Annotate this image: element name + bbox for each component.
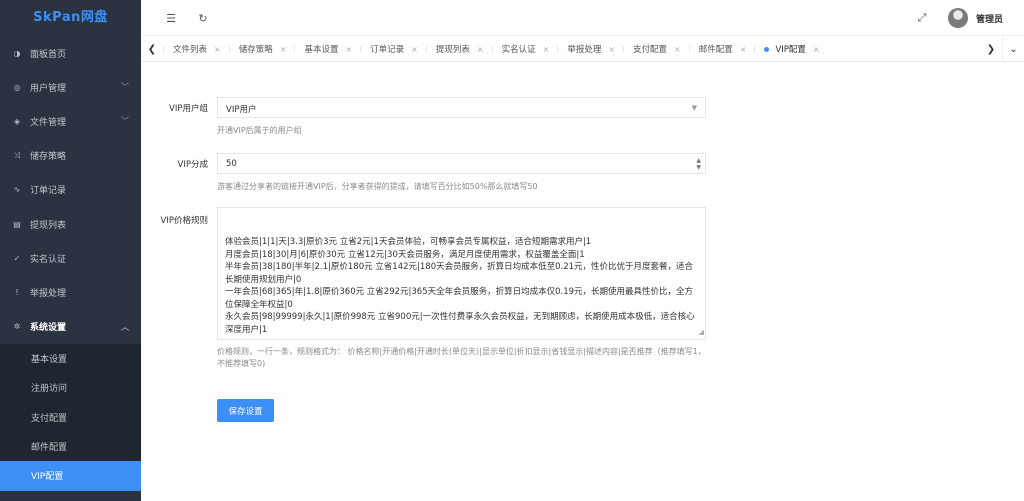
sidebar-item-label: 实名认证: [30, 254, 67, 265]
sidebar-item[interactable]: ▤ 提现列表: [0, 207, 141, 241]
tabs-scroll-left-icon[interactable]: ❮: [141, 36, 163, 62]
close-icon[interactable]: ×: [740, 45, 747, 54]
chevron-down-icon: ▼: [691, 104, 697, 112]
user-icon: ◎: [13, 82, 21, 92]
sidebar-item[interactable]: ◎ 用户管理 ﹀: [0, 70, 141, 104]
menu-toggle-icon[interactable]: ☰: [163, 10, 179, 26]
avatar[interactable]: [948, 8, 968, 28]
sidebar-item-label: 储存策略: [30, 152, 67, 163]
vip-share-value: 50: [226, 159, 237, 169]
tab[interactable]: 储存策略 ×: [228, 36, 295, 62]
sidebar: SkPan网盘 ◑ 面板首页 ◎ 用户管理 ﹀ ◈ 文件管理 ﹀ ⤨ 储存策略 ∿ 订单记录 ▤ 提现列表…: [0, 0, 141, 501]
vip-group-select[interactable]: VIP用户 ▼: [217, 97, 706, 118]
tab-label: 举报处理: [567, 45, 602, 55]
activity-icon: ∿: [13, 185, 21, 195]
tab-label: 储存策略: [238, 45, 273, 55]
sidebar-item-label: 面板首页: [30, 49, 67, 60]
tab-label: 基本设置: [304, 45, 339, 55]
close-icon[interactable]: ×: [477, 45, 484, 54]
tab[interactable]: 提现列表 ×: [425, 36, 492, 62]
tabs-more-icon[interactable]: ⌄: [1002, 36, 1024, 62]
tab[interactable]: 支付配置 ×: [623, 36, 689, 62]
sidebar-item-label: 举报处理: [30, 288, 67, 299]
vip-price-rules-value: 体验会员|1|1|天|3.3|原价3元 立省2元|1天会员体验，可畅享会员专属权…: [225, 237, 695, 335]
document-icon: ▤: [13, 219, 21, 229]
tab[interactable]: 基本设置 ×: [294, 36, 360, 62]
vip-price-rules-label: VIP价格规则: [160, 216, 208, 226]
sidebar-subitem[interactable]: 邮件配置: [0, 432, 141, 461]
fullscreen-icon[interactable]: ⤢: [914, 10, 930, 26]
tabs-scroll-right-icon[interactable]: ❯: [980, 36, 1002, 62]
sidebar-subitem[interactable]: 基本设置: [0, 344, 141, 373]
close-icon[interactable]: ×: [813, 45, 820, 54]
tab-list: 文件列表 × 储存策略 × 基本设置 × 订单记录 × 提现列表 × 实名认证 × 举报处理 × 支付配置 ×…: [163, 36, 980, 62]
chevron-up-icon: ︿: [121, 322, 129, 332]
chevron-down-icon: ﹀: [121, 82, 129, 92]
sidebar-menu: ◑ 面板首页 ◎ 用户管理 ﹀ ◈ 文件管理 ﹀ ⤨ 储存策略 ∿ 订单记录 ▤ 提现列表 ✓ 实名认证! 举报…: [0, 36, 141, 491]
tab[interactable]: 订单记录 ×: [360, 36, 426, 62]
chevron-down-icon: ﹀: [121, 116, 129, 126]
sidebar-item[interactable]: ∿ 订单记录: [0, 173, 141, 207]
sidebar-item[interactable]: ◑ 面板首页: [0, 36, 141, 70]
sidebar-item-label: 用户管理: [30, 83, 67, 94]
close-icon[interactable]: ×: [411, 45, 418, 54]
vip-share-label: VIP分成: [177, 160, 208, 170]
tabs-bar: ❮ 文件列表 × 储存策略 × 基本设置 × 订单记录 × 提现列表 × 实名认证 × 举报处理 × 支付配…: [141, 36, 1024, 62]
vip-share-help: 游客通过分享者的链接开通VIP后，分享者获得的提成，请填写百分比如50%那么就填…: [217, 182, 538, 191]
vip-group-label: VIP用户组: [169, 104, 208, 114]
tab-label: 邮件配置: [698, 45, 733, 55]
tab[interactable]: 文件列表 ×: [163, 36, 229, 62]
tab-label: 支付配置: [633, 45, 668, 55]
sidebar-subitem[interactable]: 支付配置: [0, 402, 141, 431]
tab-label: 订单记录: [370, 45, 405, 55]
vip-config-form: VIP用户组 VIP用户 ▼ 开通VIP后属于的用户组 VIP分成 50 ▲ ▼ …: [141, 62, 1024, 501]
tab-label: 实名认证: [501, 45, 536, 55]
username[interactable]: 管理员: [976, 12, 1003, 25]
close-icon[interactable]: ×: [214, 45, 221, 54]
close-icon[interactable]: ×: [280, 45, 287, 54]
save-settings-button[interactable]: 保存设置: [217, 399, 274, 422]
tab[interactable]: 举报处理 ×: [557, 36, 623, 62]
sidebar-item[interactable]: ✲ 系统设置 ︿: [0, 310, 141, 344]
dashboard-icon: ◑: [13, 48, 21, 58]
sidebar-item-label: 系统设置: [30, 323, 67, 334]
active-dot-icon: [764, 46, 770, 52]
verified-icon: ✓: [13, 253, 21, 263]
sidebar-item-label: 提现列表: [30, 220, 67, 231]
brand-logo: SkPan网盘: [33, 10, 108, 25]
resize-grip-icon[interactable]: ◢: [699, 326, 704, 339]
sidebar-subitem[interactable]: VIP配置: [0, 461, 141, 491]
close-icon[interactable]: ×: [674, 45, 681, 54]
sidebar-item-label: 订单记录: [30, 186, 67, 197]
sidebar-item[interactable]: ✓ 实名认证: [0, 241, 141, 275]
system-settings-submenu: 基本设置 注册访问 支付配置 邮件配置 VIP配置: [0, 343, 141, 491]
vip-share-input[interactable]: 50 ▲ ▼: [217, 153, 706, 174]
sidebar-item[interactable]: ◈ 文件管理 ﹀: [0, 104, 141, 138]
sidebar-item-label: 文件管理: [30, 117, 67, 128]
number-spinner-icon[interactable]: ▲ ▼: [696, 157, 701, 171]
refresh-icon[interactable]: ↻: [195, 10, 211, 26]
vip-group-help: 开通VIP后属于的用户组: [217, 126, 302, 135]
sidebar-item[interactable]: ⤨ 储存策略: [0, 139, 141, 173]
close-icon[interactable]: ×: [543, 45, 550, 54]
tab-label: 文件列表: [173, 45, 208, 55]
top-header: ☰ ↻ ⤢ 管理员: [141, 0, 1024, 36]
vip-price-rules-help: 价格规则，一行一条，规则格式为： 价格名称|开通价格|开通时长(单位天)|显示单…: [217, 347, 706, 368]
close-icon[interactable]: ×: [345, 45, 352, 54]
vip-group-value: VIP用户: [226, 105, 257, 115]
stack-icon: ◈: [13, 116, 21, 126]
settings-icon: ✲: [13, 322, 21, 332]
alert-icon: !: [15, 287, 19, 297]
vip-price-rules-textarea[interactable]: 体验会员|1|1|天|3.3|原价3元 立省2元|1天会员体验，可畅享会员专属权…: [217, 207, 706, 340]
close-icon[interactable]: ×: [608, 45, 615, 54]
tab-label: VIP配置: [775, 45, 806, 55]
tab-label: 提现列表: [435, 45, 470, 55]
shuffle-icon: ⤨: [13, 150, 21, 160]
sidebar-item[interactable]: ! 举报处理: [0, 275, 141, 309]
tab[interactable]: 实名认证 ×: [491, 36, 558, 62]
tab[interactable]: VIP配置 ×: [754, 36, 827, 62]
sidebar-subitem[interactable]: 注册访问: [0, 373, 141, 402]
tab[interactable]: 邮件配置 ×: [688, 36, 755, 62]
